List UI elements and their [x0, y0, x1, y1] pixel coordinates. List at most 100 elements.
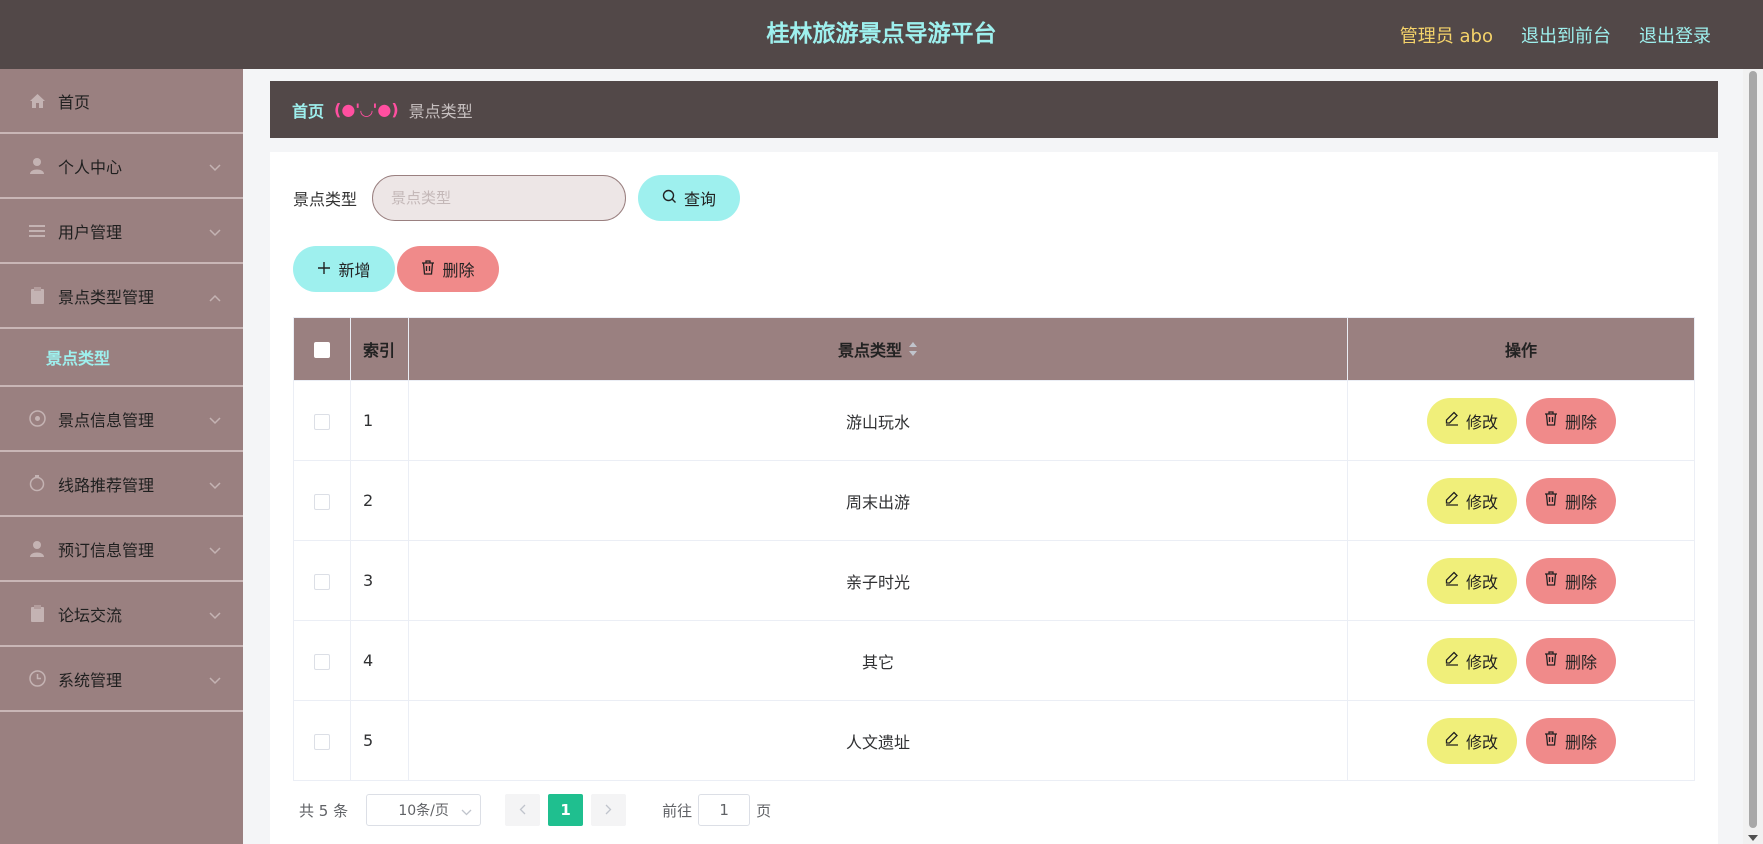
- next-page-button[interactable]: [591, 794, 627, 826]
- attraction-type-table: 索引 景点类型 操作 1 游山玩水 修改 删除 2 周末出游 修改 删除 3 亲…: [293, 317, 1695, 781]
- row-checkbox[interactable]: [313, 493, 330, 510]
- sidebar-item-forum[interactable]: 论坛交流: [0, 582, 243, 647]
- row-ops: 修改 删除: [1347, 620, 1695, 701]
- row-check-cell: [293, 700, 351, 781]
- edit-button-label: 修改: [1466, 652, 1499, 672]
- back-to-front-link[interactable]: 退出到前台: [1521, 22, 1611, 48]
- delete-button[interactable]: 删除: [1525, 557, 1616, 604]
- sidebar-item-label: 首页: [58, 92, 91, 112]
- delete-button-label: 删除: [1565, 492, 1598, 512]
- edit-button[interactable]: 修改: [1426, 477, 1517, 524]
- row-check-cell: [293, 540, 351, 621]
- edit-button[interactable]: 修改: [1426, 717, 1517, 764]
- sidebar-item-home[interactable]: 首页: [0, 69, 243, 134]
- sidebar-item-label: 景点类型管理: [58, 287, 155, 307]
- trash-icon: [1544, 731, 1558, 750]
- chevron-right-icon: [605, 801, 612, 819]
- row-checkbox[interactable]: [313, 653, 330, 670]
- column-header-ops: 操作: [1347, 317, 1695, 381]
- chevron-up-icon: [209, 288, 221, 306]
- row-check-cell: [293, 380, 351, 461]
- trash-icon: [1544, 571, 1558, 590]
- sidebar-item-attraction-types[interactable]: 景点类型管理: [0, 264, 243, 329]
- clipboard-icon: [28, 287, 46, 305]
- edit-icon: [1445, 571, 1459, 590]
- prev-page-button[interactable]: [505, 794, 541, 826]
- chevron-down-icon: [209, 158, 221, 176]
- add-button[interactable]: 新增: [293, 246, 395, 292]
- sort-icon[interactable]: [908, 341, 918, 361]
- plus-icon: [317, 260, 331, 279]
- bulk-delete-label: 删除: [442, 261, 475, 280]
- sidebar-item-system[interactable]: 系统管理: [0, 647, 243, 712]
- edit-button[interactable]: 修改: [1426, 557, 1517, 604]
- delete-button-label: 删除: [1565, 412, 1598, 432]
- trash-icon: [1544, 651, 1558, 670]
- delete-button[interactable]: 删除: [1525, 717, 1616, 764]
- page-number-current[interactable]: 1: [548, 794, 584, 826]
- sidebar-item-users[interactable]: 用户管理: [0, 199, 243, 264]
- content-card: 景点类型 查询 新增 删除 索引 景: [270, 152, 1718, 844]
- edit-icon: [1445, 491, 1459, 510]
- select-all-checkbox[interactable]: [313, 342, 330, 358]
- select-all-cell: [293, 317, 351, 381]
- table-row: 3 亲子时光 修改 删除: [293, 540, 1695, 621]
- search-icon: [662, 189, 677, 208]
- sidebar-item-bookings[interactable]: 预订信息管理: [0, 517, 243, 582]
- row-ops: 修改 删除: [1347, 700, 1695, 781]
- delete-button-label: 删除: [1565, 732, 1598, 752]
- query-button-label: 查询: [684, 190, 717, 209]
- bulk-delete-button[interactable]: 删除: [397, 246, 499, 292]
- list-icon: [28, 222, 46, 240]
- sidebar-item-profile[interactable]: 个人中心: [0, 134, 243, 199]
- top-header: 桂林旅游景点导游平台 管理员 abo 退出到前台 退出登录: [0, 0, 1763, 69]
- sidebar-item-attraction-info[interactable]: 景点信息管理: [0, 387, 243, 452]
- edit-button-label: 修改: [1466, 732, 1499, 752]
- submenu-item-attraction-type[interactable]: 景点类型: [0, 329, 243, 387]
- row-type: 周末出游: [407, 460, 1349, 541]
- user-icon: [28, 157, 46, 175]
- pagination: 共 5 条 10条/页 1 前往 页: [299, 794, 771, 826]
- edit-button[interactable]: 修改: [1426, 397, 1517, 444]
- page-scrollbar[interactable]: [1743, 69, 1763, 844]
- delete-button-label: 删除: [1565, 652, 1598, 672]
- chevron-down-icon: [461, 804, 472, 820]
- sidebar-item-label: 论坛交流: [58, 605, 123, 625]
- sidebar: 首页 个人中心 用户管理 景点类型管理 景点类型 景点信息管理 线路推荐管理 预…: [0, 69, 243, 844]
- logout-link[interactable]: 退出登录: [1639, 22, 1711, 48]
- chevron-down-icon: [209, 671, 221, 689]
- search-input[interactable]: [372, 175, 627, 221]
- column-header-type[interactable]: 景点类型: [407, 317, 1349, 381]
- scroll-down-arrow-icon[interactable]: [1748, 835, 1758, 841]
- sidebar-item-routes[interactable]: 线路推荐管理: [0, 452, 243, 517]
- goto-page-input[interactable]: [698, 794, 751, 826]
- sidebar-item-label: 预订信息管理: [58, 540, 155, 560]
- delete-button[interactable]: 删除: [1525, 477, 1616, 524]
- page-suffix: 页: [756, 801, 772, 820]
- row-index: 3: [349, 540, 409, 621]
- query-button[interactable]: 查询: [638, 175, 741, 221]
- clipboard-icon: [28, 605, 46, 623]
- breadcrumb-separator: (●'◡'●): [334, 100, 399, 119]
- page-size-select[interactable]: 10条/页: [366, 794, 482, 826]
- add-button-label: 新增: [338, 261, 371, 280]
- row-checkbox[interactable]: [313, 573, 330, 590]
- trash-icon: [421, 259, 435, 279]
- page-size-value: 10条/页: [398, 803, 449, 819]
- trash-icon: [1544, 491, 1558, 510]
- scrollbar-thumb[interactable]: [1749, 71, 1757, 828]
- row-checkbox[interactable]: [313, 413, 330, 430]
- breadcrumb-home[interactable]: 首页: [292, 98, 324, 122]
- row-ops: 修改 删除: [1347, 540, 1695, 621]
- delete-button[interactable]: 删除: [1525, 397, 1616, 444]
- delete-button-label: 删除: [1565, 572, 1598, 592]
- row-checkbox[interactable]: [313, 733, 330, 750]
- goto-label: 前往: [662, 801, 693, 820]
- main-content: 首页 (●'◡'●) 景点类型 景点类型 查询 新增 删除: [243, 69, 1743, 844]
- pagination-total: 共 5 条: [299, 801, 349, 820]
- column-header-type-label: 景点类型: [838, 340, 903, 360]
- edit-button[interactable]: 修改: [1426, 637, 1517, 684]
- row-type: 游山玩水: [407, 380, 1349, 461]
- delete-button[interactable]: 删除: [1525, 637, 1616, 684]
- header-actions: 管理员 abo 退出到前台 退出登录: [1400, 0, 1711, 69]
